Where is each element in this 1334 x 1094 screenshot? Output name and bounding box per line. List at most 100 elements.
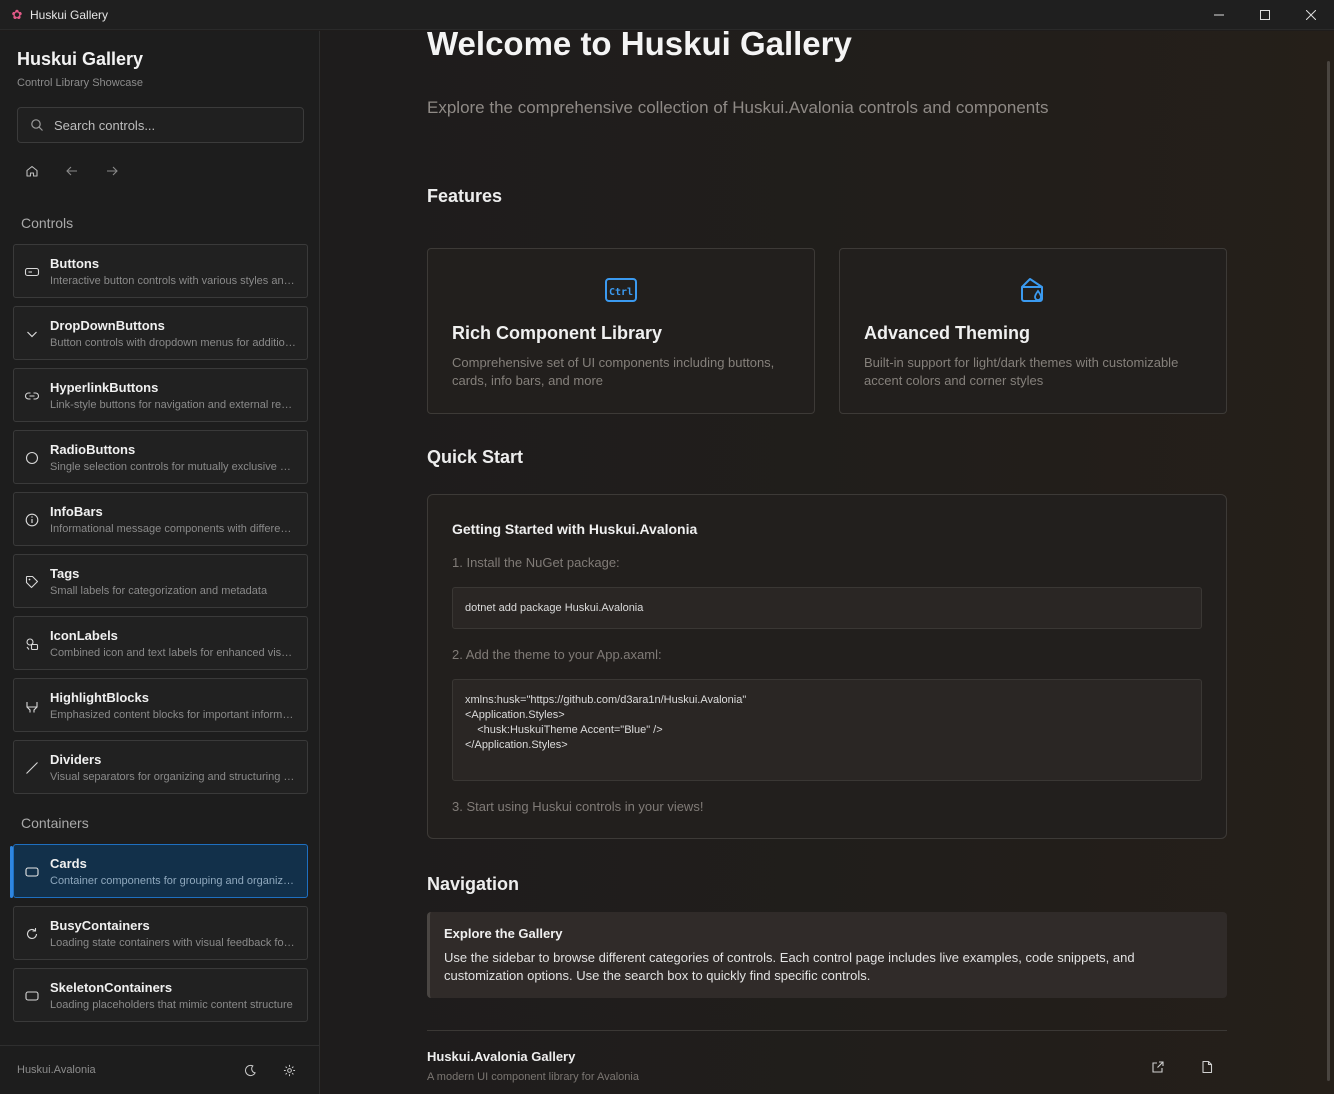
link-icon	[25, 392, 39, 400]
card-icon	[25, 867, 39, 877]
sidebar-title: Huskui Gallery	[17, 49, 144, 69]
sidebar-item-dividers[interactable]: Dividers Visual separators for organizin…	[13, 740, 308, 794]
paint-bucket-icon	[1021, 278, 1043, 302]
forward-button[interactable]	[102, 161, 122, 181]
refresh-icon	[26, 928, 38, 939]
sidebar-item-desc: Interactive button controls with various…	[50, 275, 296, 287]
section-label-controls: Controls	[21, 215, 74, 231]
sidebar-item-skeletoncontainers[interactable]: SkeletonContainers Loading placeholders …	[13, 968, 308, 1022]
footer-subtitle: A modern UI component library for Avalon…	[427, 1071, 639, 1083]
sidebar-item-infobars[interactable]: InfoBars Informational message component…	[13, 492, 308, 546]
search-input[interactable]	[54, 117, 274, 133]
home-button[interactable]	[22, 161, 42, 181]
features-heading: Features	[427, 186, 503, 206]
footer-title: Huskui.Avalonia Gallery	[427, 1049, 576, 1064]
code-line: <husk:HuskuiTheme Accent="Blue" />	[465, 724, 663, 736]
quickstart-card: Getting Started with Huskui.Avalonia 1. …	[427, 494, 1227, 839]
sidebar-item-radiobuttons[interactable]: RadioButtons Single selection controls f…	[13, 430, 308, 484]
sidebar-item-desc: Loading state containers with visual fee…	[50, 937, 296, 949]
sidebar-item-desc: Button controls with dropdown menus for …	[50, 337, 296, 349]
theme-toggle-button[interactable]	[241, 1061, 259, 1079]
maximize-button[interactable]	[1242, 0, 1288, 30]
sidebar-item-iconlabels[interactable]: IconLabels Combined icon and text labels…	[13, 616, 308, 670]
ctrl-key-icon: Ctrl	[605, 278, 637, 302]
sidebar-item-busycontainers[interactable]: BusyContainers Loading state containers …	[13, 906, 308, 960]
open-external-button[interactable]	[1149, 1058, 1167, 1076]
highlight-desc: Use the sidebar to browse different cate…	[444, 950, 1135, 983]
sidebar-item-tags[interactable]: Tags Small labels for categorization and…	[13, 554, 308, 608]
sidebar-item-label: HyperlinkButtons	[50, 380, 159, 395]
sidebar-item-label: SkeletonContainers	[50, 980, 173, 995]
code-line: </Application.Styles>	[465, 739, 568, 751]
skeleton-icon	[25, 991, 39, 1001]
icon-label-icon	[26, 638, 39, 651]
sidebar-item-label: Cards	[50, 856, 87, 871]
feature-title: Advanced Theming	[864, 323, 1031, 343]
close-button[interactable]	[1288, 0, 1334, 30]
sidebar-item-desc: Combined icon and text labels for enhanc…	[50, 647, 296, 659]
sidebar-item-label: IconLabels	[50, 628, 118, 643]
highlight-block: Explore the Gallery Use the sidebar to b…	[427, 912, 1227, 998]
divider-icon	[26, 762, 38, 774]
highlighter-icon	[26, 702, 38, 713]
window-controls	[1196, 0, 1334, 30]
document-icon	[1202, 1060, 1213, 1074]
search-icon	[31, 119, 43, 131]
sidebar-item-desc: Loading placeholders that mimic content …	[50, 999, 293, 1011]
scrollbar[interactable]	[1327, 61, 1330, 1081]
minimize-button[interactable]	[1196, 0, 1242, 30]
arrow-right-icon	[107, 166, 118, 176]
svg-text:Ctrl: Ctrl	[609, 287, 633, 298]
settings-button[interactable]	[280, 1061, 298, 1079]
sidebar-item-cards[interactable]: Cards Container components for grouping …	[10, 844, 308, 898]
sidebar-item-label: InfoBars	[50, 504, 103, 519]
app-flower-icon: ✿	[11, 6, 23, 22]
tag-icon	[25, 575, 39, 589]
search-box[interactable]	[17, 107, 304, 143]
info-icon	[25, 513, 39, 527]
quickstart-heading: Quick Start	[427, 447, 524, 467]
sidebar-item-label: HighlightBlocks	[50, 690, 149, 705]
feature-desc: Comprehensive set of UI components inclu…	[452, 355, 775, 388]
sidebar-item-desc: Single selection controls for mutually e…	[50, 461, 296, 473]
arrow-left-icon	[66, 166, 77, 176]
sidebar-subtitle: Control Library Showcase	[17, 77, 143, 89]
sidebar-item-label: Dividers	[50, 752, 102, 767]
feature-card: Ctrl Rich Component Library Comprehensiv…	[427, 248, 815, 414]
sidebar-item-highlightblocks[interactable]: HighlightBlocks Emphasized content block…	[13, 678, 308, 732]
window-title: Huskui Gallery	[30, 7, 109, 22]
navigation-heading: Navigation	[427, 874, 520, 894]
sidebar-item-label: Tags	[50, 566, 80, 581]
close-icon	[1306, 10, 1316, 20]
sidebar-item-desc: Informational message components with di…	[50, 523, 296, 535]
documentation-button[interactable]	[1198, 1058, 1216, 1076]
quickstart-step-2: 2. Add the theme to your App.axaml:	[452, 647, 662, 662]
sidebar-item-buttons[interactable]: Buttons Interactive button controls with…	[13, 244, 308, 298]
sidebar-item-desc: Link-style buttons for navigation and ex…	[50, 399, 296, 411]
library-name: Huskui.Avalonia	[17, 1064, 96, 1076]
maximize-icon	[1260, 10, 1270, 20]
highlight-title: Explore the Gallery	[444, 926, 563, 941]
sidebar-item-label: BusyContainers	[50, 918, 150, 933]
quickstart-title: Getting Started with Huskui.Avalonia	[452, 521, 698, 537]
code-block-install[interactable]: dotnet add package Huskui.Avalonia	[452, 587, 1202, 629]
home-icon	[26, 165, 38, 177]
section-label-containers: Containers	[21, 815, 89, 831]
quickstart-step-1: 1. Install the NuGet package:	[452, 555, 620, 570]
page-title: Welcome to Huskui Gallery	[427, 25, 852, 62]
sidebar-item-dropdownbuttons[interactable]: DropDownButtons Button controls with dro…	[13, 306, 308, 360]
external-link-icon	[1152, 1061, 1164, 1073]
main-content: Welcome to Huskui Gallery Explore the co…	[321, 25, 1334, 1094]
sidebar: Huskui Gallery Control Library Showcase …	[0, 31, 320, 1094]
sidebar-item-hyperlinkbuttons[interactable]: HyperlinkButtons Link-style buttons for …	[13, 368, 308, 422]
back-button[interactable]	[62, 161, 82, 181]
sidebar-item-label: Buttons	[50, 256, 100, 271]
button-icon	[24, 267, 40, 277]
sidebar-item-desc: Visual separators for organizing and str…	[50, 771, 296, 783]
code-block-theme[interactable]: xmlns:husk="https://github.com/d3ara1n/H…	[452, 679, 1202, 781]
minimize-icon	[1214, 14, 1224, 16]
nav-toolbar	[22, 161, 122, 181]
radio-icon	[25, 451, 39, 465]
gear-icon	[283, 1064, 295, 1076]
sidebar-item-desc: Container components for grouping and or…	[50, 875, 296, 887]
